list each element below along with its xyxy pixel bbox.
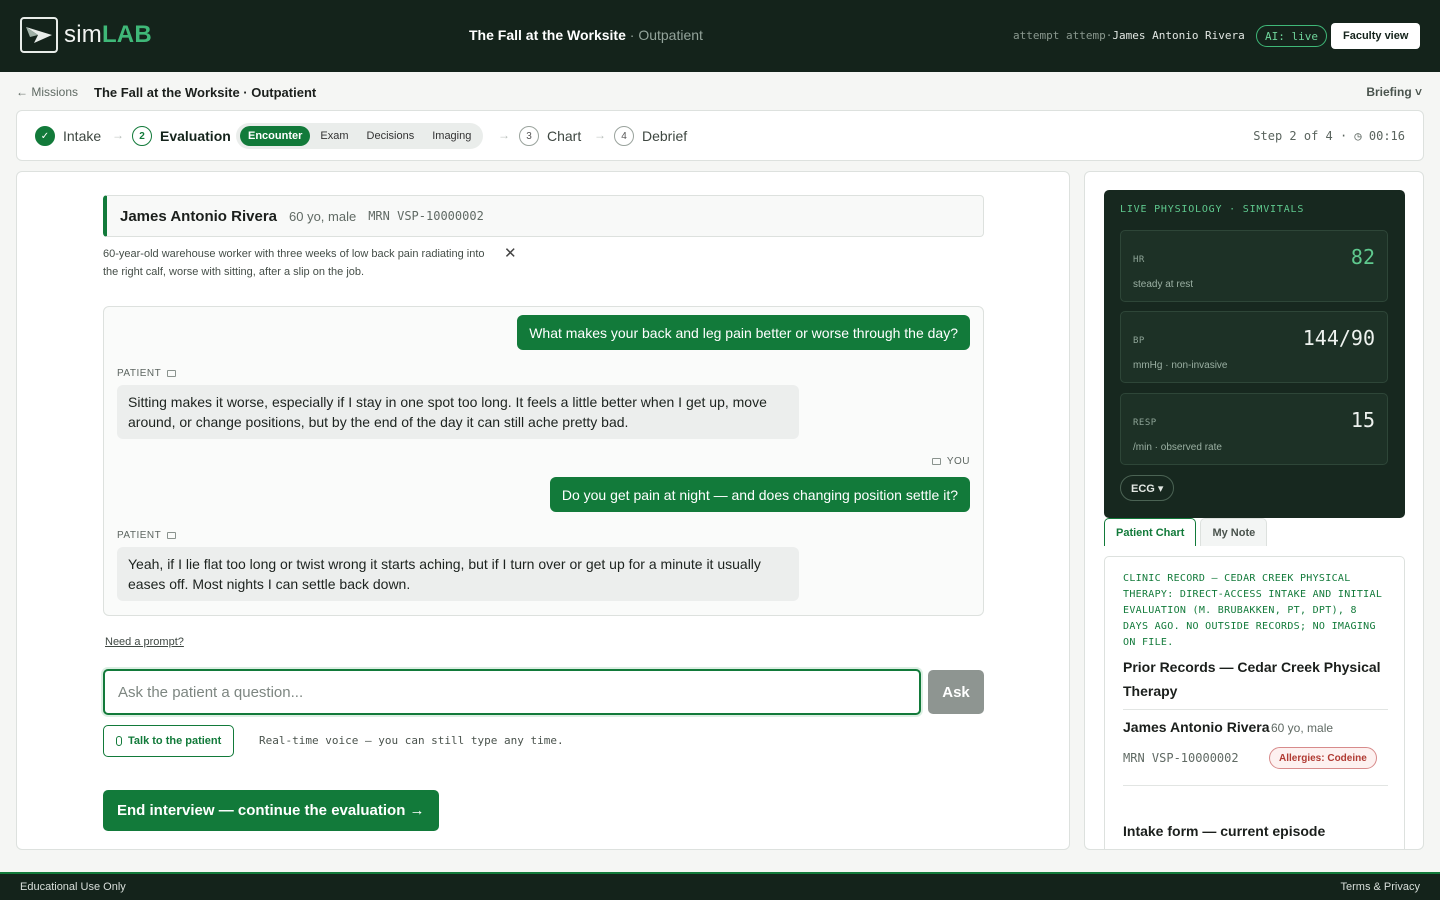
intake-form-title: Intake form — current episode (1123, 823, 1326, 839)
step-label: Chart (547, 128, 582, 144)
mission-title: The Fall at the Worksite · Outpatient (469, 27, 703, 43)
chart-tabs: Patient Chart My Note (1104, 518, 1268, 546)
record-mrn: MRN VSP-10000002 (1123, 751, 1239, 765)
tab-patient-chart[interactable]: Patient Chart (1104, 518, 1197, 546)
speech-icon (167, 532, 177, 539)
missions-back-link[interactable]: ← Missions (16, 85, 78, 99)
step-evaluation[interactable]: 2 Evaluation (132, 126, 231, 146)
patient-header: James Antonio Rivera 60 yo, male MRN VSP… (103, 195, 984, 237)
footer-disclaimer: Educational Use Only (20, 881, 126, 893)
divider (1123, 785, 1388, 786)
side-panel: LIVE PHYSIOLOGY · SIMVITALS HR 82 steady… (1084, 171, 1424, 850)
encounter-panel: James Antonio Rivera 60 yo, male MRN VSP… (16, 171, 1070, 850)
page-title: The Fall at the Worksite · Outpatient (94, 85, 317, 100)
talk-to-patient-button[interactable]: Talk to the patient (103, 725, 235, 757)
step-timer: Step 2 of 4 · ◷ 00:16 (1253, 129, 1405, 143)
footer: Educational Use Only Terms & Privacy (0, 872, 1440, 900)
step-number: 4 (614, 126, 634, 146)
top-bar: simLAB The Fall at the Worksite · Outpat… (0, 0, 1440, 72)
allergy-badge: Allergies: Codeine (1269, 747, 1377, 769)
vital-value: 82 (1350, 245, 1375, 269)
voice-note: Real-time voice — you can still type any… (259, 734, 564, 747)
step-intake[interactable]: ✓ Intake (35, 126, 101, 146)
briefing-dropdown[interactable]: Briefing ˅ (1366, 85, 1422, 99)
vital-value: 144/90 (1302, 326, 1375, 350)
step-progress-bar: ✓ Intake → 2 Evaluation Encounter Exam D… (16, 110, 1424, 161)
record-age-sex: 60 yo, male (1271, 721, 1334, 735)
vital-label: BP (1133, 336, 1145, 346)
terms-privacy-link[interactable]: Terms & Privacy (1341, 881, 1420, 893)
close-icon[interactable]: ✕ (504, 244, 517, 262)
microphone-icon (116, 736, 122, 746)
step-number: 3 (519, 126, 539, 146)
subtab-exam[interactable]: Exam (312, 126, 356, 146)
subtab-imaging[interactable]: Imaging (424, 126, 479, 146)
chat-transcript[interactable]: What makes your back and leg pain better… (103, 306, 984, 616)
speaker-label-you: YOU (931, 456, 970, 467)
chat-message-patient: Yeah, if I lie flat too long or twist wr… (117, 547, 799, 601)
step-label: Evaluation (160, 128, 231, 144)
end-interview-button[interactable]: End interview — continue the evaluation … (103, 790, 439, 831)
chat-message-patient: Sitting makes it worse, especially if I … (117, 385, 799, 439)
patient-name: James Antonio Rivera (120, 207, 277, 225)
check-icon: ✓ (35, 126, 55, 146)
attempt-user-label: attempt attemp·James Antonio Rivera (1013, 29, 1245, 42)
speaker-label-patient: PATIENT (117, 368, 177, 379)
chat-message-you: Do you get pain at night — and does chan… (549, 477, 970, 512)
record-patient-name: James Antonio Rivera (1123, 719, 1270, 735)
vital-hr-card: HR 82 steady at rest (1120, 230, 1388, 302)
step-arrow: → (112, 128, 124, 142)
step-arrow: → (594, 128, 606, 142)
patient-age-sex: 60 yo, male (289, 208, 357, 224)
need-prompt-link[interactable]: Need a prompt? (105, 636, 184, 648)
step-debrief[interactable]: 4 Debrief (614, 126, 687, 146)
step-label: Debrief (642, 128, 688, 144)
vital-sub: /min · observed rate (1133, 442, 1222, 453)
vitals-title: LIVE PHYSIOLOGY · SIMVITALS (1120, 204, 1305, 215)
talk-label: Talk to the patient (128, 735, 222, 747)
step-number: 2 (132, 126, 152, 146)
ask-button[interactable]: Ask (928, 670, 984, 714)
vitals-monitor: LIVE PHYSIOLOGY · SIMVITALS HR 82 steady… (1104, 190, 1405, 518)
chat-message-you: What makes your back and leg pain better… (517, 315, 970, 350)
record-title: Prior Records — Cedar Creek Physical The… (1123, 659, 1381, 699)
record-header: CLINIC RECORD — CEDAR CREEK PHYSICAL THE… (1123, 573, 1383, 648)
faculty-view-button[interactable]: Faculty view (1331, 23, 1421, 49)
simlab-logo[interactable]: simLAB (20, 17, 152, 53)
logo-text: simLAB (64, 21, 152, 48)
step-chart[interactable]: 3 Chart (519, 126, 581, 146)
ask-patient-input[interactable] (103, 669, 921, 715)
vital-label: HR (1133, 255, 1145, 265)
vital-sub: steady at rest (1133, 279, 1194, 290)
vital-value: 15 (1350, 408, 1375, 432)
speech-icon (167, 370, 177, 377)
patient-mrn: MRN VSP-10000002 (368, 209, 484, 223)
tab-my-note[interactable]: My Note (1200, 518, 1268, 546)
bird-logo-icon (20, 17, 58, 53)
speech-icon (931, 458, 941, 465)
subtab-encounter[interactable]: Encounter (240, 126, 311, 146)
ai-status-badge: AI: live (1256, 25, 1327, 47)
step-arrow: → (498, 128, 510, 142)
ecg-dropdown[interactable]: ECG ▾ (1120, 475, 1175, 501)
patient-chart-card[interactable]: CLINIC RECORD — CEDAR CREEK PHYSICAL THE… (1104, 556, 1405, 849)
divider (1123, 709, 1388, 710)
vital-label: RESP (1133, 418, 1157, 428)
subtab-decisions[interactable]: Decisions (359, 126, 423, 146)
evaluation-subtabs: Encounter Exam Decisions Imaging (236, 123, 484, 149)
vital-sub: mmHg · non-invasive (1133, 360, 1228, 371)
vital-resp-card: RESP 15 /min · observed rate (1120, 393, 1388, 465)
step-label: Intake (63, 128, 102, 144)
patient-summary: 60-year-old warehouse worker with three … (103, 248, 485, 278)
speaker-label-patient: PATIENT (117, 530, 177, 541)
vital-bp-card: BP 144/90 mmHg · non-invasive (1120, 311, 1388, 383)
